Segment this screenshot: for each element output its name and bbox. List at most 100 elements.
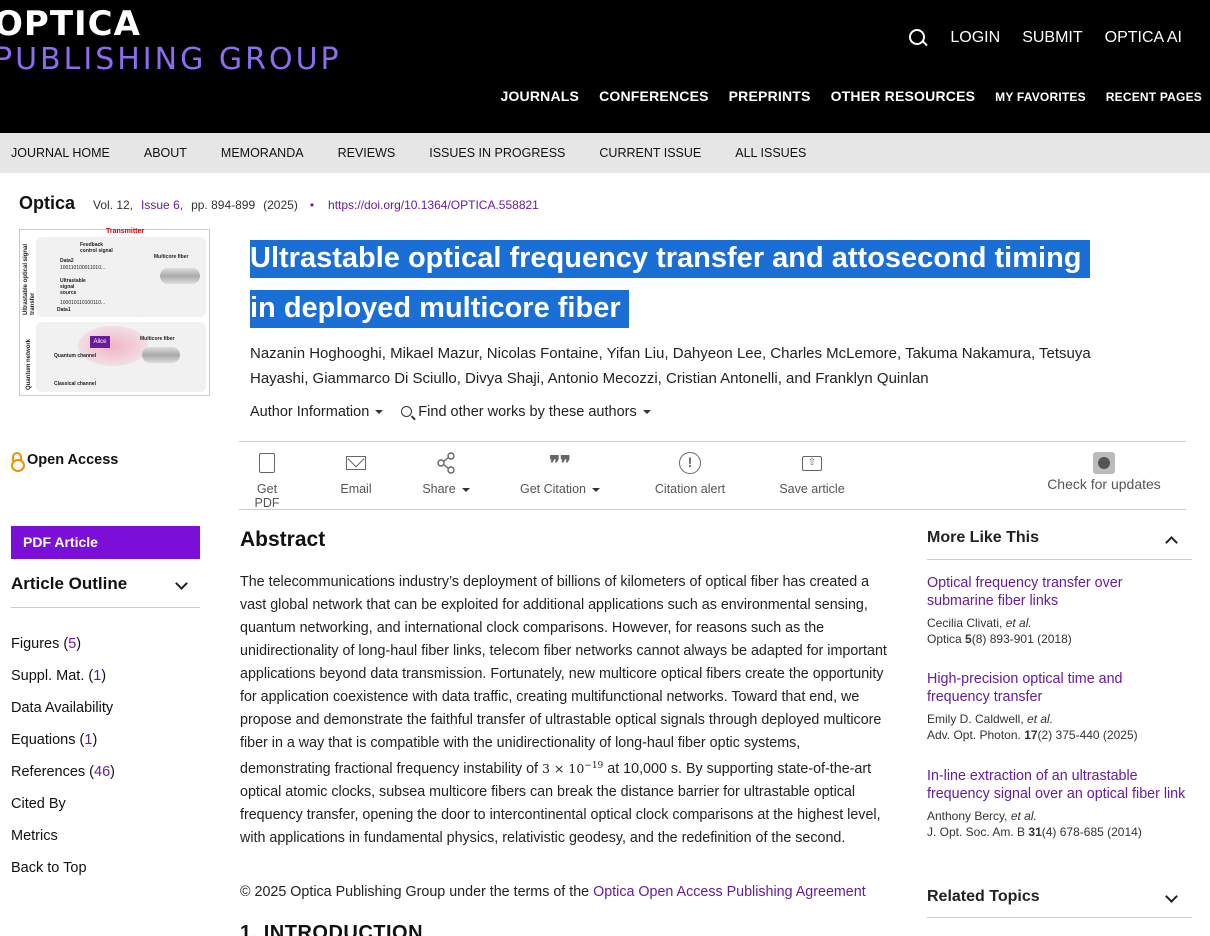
related-article-journal: J. Opt. Soc. Am. B 31(4) 678-685 (2014) <box>927 825 1187 839</box>
issue-link[interactable]: Issue 6, <box>141 198 183 212</box>
jnav-issues-in-progress[interactable]: ISSUES IN PROGRESS <box>429 146 565 160</box>
related-article-title[interactable]: Optical frequency transfer over submarin… <box>927 574 1187 610</box>
thumb-feedback-label: Feedback control signal <box>80 242 113 254</box>
jnav-memoranda[interactable]: MEMORANDA <box>221 146 304 160</box>
get-citation-button[interactable]: ❞❞ Get Citation <box>517 451 603 496</box>
save-article-button[interactable]: ⇧ Save article <box>777 452 847 496</box>
outline-item-count: 1 <box>84 732 93 748</box>
math-base: 3 × 10 <box>542 761 585 777</box>
related-article-author: Emily D. Caldwell, <box>927 712 1024 726</box>
journal-name[interactable]: Optica <box>19 193 75 214</box>
jnav-current-issue[interactable]: CURRENT ISSUE <box>599 146 701 160</box>
copyright-prefix: © 2025 Optica Publishing Group under the… <box>240 884 590 900</box>
introduction-heading: 1. INTRODUCTION <box>240 922 424 936</box>
journal-name: Optica <box>927 632 962 646</box>
jnav-journal-home[interactable]: JOURNAL HOME <box>11 146 110 160</box>
article-title-line2: in deployed multicore fiber <box>250 290 629 328</box>
doi-link[interactable]: https://doi.org/10.1364/OPTICA.558821 <box>328 198 539 212</box>
outline-item-suppl-mat[interactable]: Suppl. Mat. (1) <box>11 665 115 697</box>
graphical-abstract-thumbnail[interactable]: Transmitter Ultrastable optical signal t… <box>19 228 210 396</box>
related-article-authors: Cecilia Clivati, et al. <box>927 616 1187 630</box>
envelope-icon <box>346 456 366 470</box>
article-title-line1: Ultrastable optical frequency transfer a… <box>250 240 1090 278</box>
related-article-authors: Anthony Bercy, et al. <box>927 809 1187 823</box>
chevron-down-icon <box>592 487 600 492</box>
open-access-badge: Open Access <box>11 452 118 472</box>
thumb-fiber2-label: Multicore fiber <box>140 336 175 342</box>
related-article-title[interactable]: High-precision optical time and frequenc… <box>927 670 1187 706</box>
thumb-ultrastable-label: Ultrastable signal source <box>60 278 86 296</box>
author-information-toggle[interactable]: Author Information <box>250 404 384 420</box>
share-button[interactable]: Share <box>419 452 473 496</box>
get-pdf-label: Get PDF <box>254 482 280 510</box>
thumb-fiber1-label: Multicore fiber <box>154 254 189 260</box>
journal-issue-pages: (8) 893-901 (2018) <box>971 632 1072 646</box>
outline-item-label: Equations <box>11 732 76 748</box>
chevron-down-icon <box>642 410 651 415</box>
related-article-etal: et al. <box>1027 712 1054 726</box>
nav-journals[interactable]: JOURNALS <box>500 88 579 104</box>
related-article-author: Anthony Bercy, <box>927 809 1008 823</box>
get-citation-label: Get Citation <box>519 482 586 496</box>
author-list[interactable]: Nazanin Hoghooghi, Mikael Mazur, Nicolas… <box>250 341 1150 391</box>
logo-publishing-group[interactable]: PUBLISHING GROUP <box>0 42 342 77</box>
related-article-title[interactable]: In-line extraction of an ultrastable fre… <box>927 767 1187 803</box>
outline-item-figures[interactable]: Figures (5) <box>11 633 115 665</box>
related-topics-toggle[interactable]: Related Topics <box>927 888 1192 918</box>
outline-item-metrics[interactable]: Metrics <box>11 825 115 857</box>
chevron-down-icon <box>461 487 470 492</box>
separator-dot: • <box>309 198 315 212</box>
outline-item-cited-by[interactable]: Cited By <box>11 793 115 825</box>
nav-other-resources[interactable]: OTHER RESOURCES <box>831 88 976 104</box>
thumb-bits2: 100010110100110... <box>60 300 106 306</box>
article-outline-title: Article Outline <box>11 574 128 593</box>
email-button[interactable]: Email <box>336 452 376 496</box>
related-article-journal: Optica 5(8) 893-901 (2018) <box>927 632 1187 646</box>
jnav-all-issues[interactable]: ALL ISSUES <box>735 146 806 160</box>
find-other-works-toggle[interactable]: Find other works by these authors <box>401 404 651 420</box>
chevron-down-icon <box>1165 890 1178 903</box>
citation-alert-button[interactable]: ! Citation alert <box>650 452 730 496</box>
utility-nav: LOGIN SUBMIT OPTICA AI <box>908 28 1182 48</box>
get-pdf-button[interactable]: Get PDF <box>243 452 291 510</box>
email-label: Email <box>340 482 372 496</box>
login-link[interactable]: LOGIN <box>950 29 1000 47</box>
nav-conferences[interactable]: CONFERENCES <box>599 88 709 104</box>
submit-link[interactable]: SUBMIT <box>1022 29 1082 47</box>
thumb-quantum-label: Quantum channel <box>54 353 97 359</box>
outline-item-data-availability[interactable]: Data Availability <box>11 697 115 729</box>
check-for-updates-button[interactable]: Check for updates <box>1044 452 1164 492</box>
find-other-works-label: Find other works by these authors <box>418 404 637 420</box>
outline-item-label: Suppl. Mat. <box>11 668 85 684</box>
optica-ai-link[interactable]: OPTICA AI <box>1105 29 1182 47</box>
search-icon[interactable] <box>908 28 928 48</box>
article-outline-toggle[interactable]: Article Outline <box>11 574 200 608</box>
thumb-data1-label: Data1 <box>57 307 71 313</box>
nav-recent-pages[interactable]: RECENT PAGES <box>1106 90 1202 104</box>
outline-item-references[interactable]: References (46) <box>11 761 115 793</box>
outline-item-equations[interactable]: Equations (1) <box>11 729 115 761</box>
alert-icon: ! <box>679 452 701 474</box>
open-lock-icon <box>11 452 25 472</box>
journal-volume: 31 <box>1028 825 1042 839</box>
journal-volume: 17 <box>1024 728 1038 742</box>
main-nav: JOURNALS CONFERENCES PREPRINTS OTHER RES… <box>500 88 1202 104</box>
pdf-article-button[interactable]: PDF Article <box>11 526 200 559</box>
jnav-about[interactable]: ABOUT <box>144 146 187 160</box>
journal-volume: 5 <box>965 632 972 646</box>
nav-preprints[interactable]: PREPRINTS <box>729 88 811 104</box>
open-access-agreement-link[interactable]: Optica Open Access Publishing Agreement <box>593 884 866 900</box>
pdf-file-icon <box>259 453 275 473</box>
crossmark-icon <box>1093 452 1115 474</box>
article-title: Ultrastable optical frequency transfer a… <box>250 233 1150 333</box>
more-like-this-toggle[interactable]: More Like This <box>927 529 1192 560</box>
thumb-transmitter-label: Transmitter <box>106 228 145 235</box>
related-article-author: Cecilia Clivati, <box>927 616 1003 630</box>
outline-item-count: 46 <box>94 764 111 780</box>
logo-optica[interactable]: OPTICA <box>0 4 141 44</box>
outline-item-back-to-top[interactable]: Back to Top <box>11 857 115 889</box>
nav-my-favorites[interactable]: MY FAVORITES <box>995 90 1086 104</box>
pages: pp. 894-899 <box>191 198 256 212</box>
jnav-reviews[interactable]: REVIEWS <box>338 146 396 160</box>
thumb-alice-box: Alice <box>90 336 110 348</box>
